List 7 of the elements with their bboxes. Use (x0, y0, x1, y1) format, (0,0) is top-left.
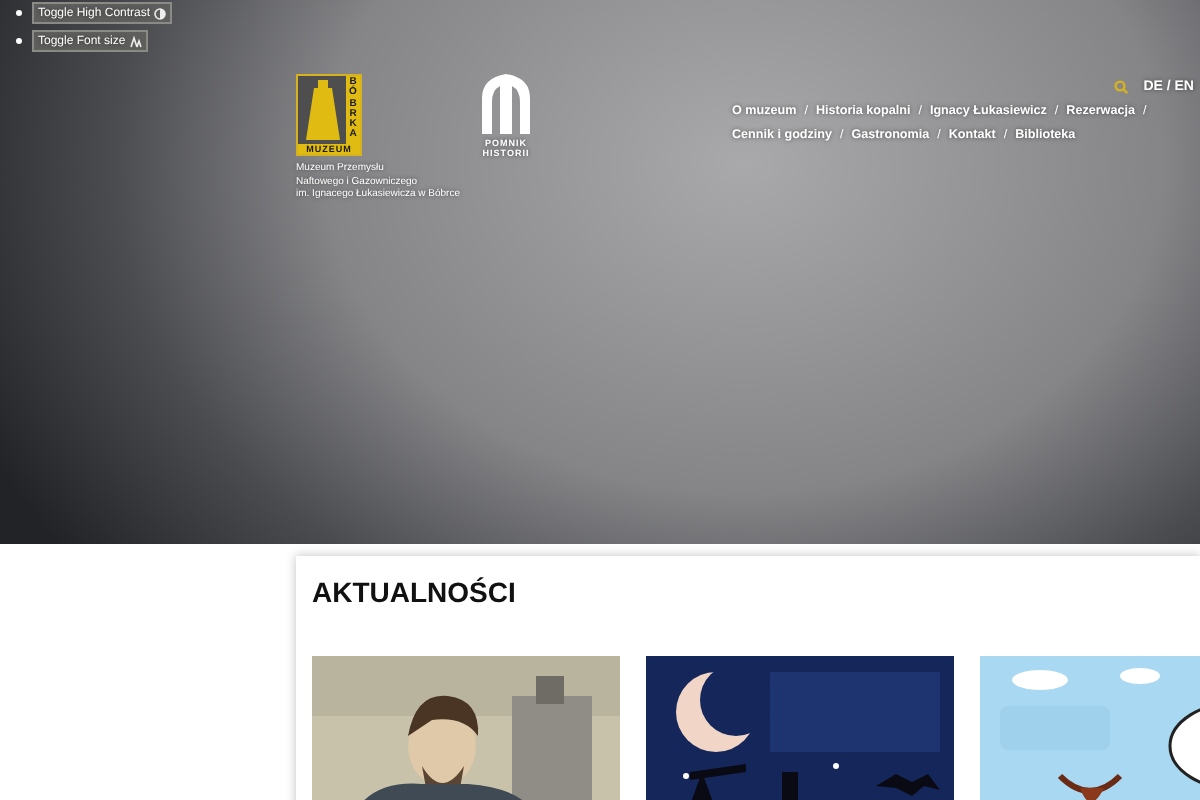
contrast-icon (154, 7, 167, 19)
section-title: AKTUALNOŚCI (312, 576, 518, 608)
bullet-icon (16, 10, 22, 16)
bullet-icon (16, 38, 22, 44)
gothic-window-icon (480, 74, 532, 134)
derrick-icon (302, 80, 346, 140)
font-size-icon (129, 35, 142, 47)
